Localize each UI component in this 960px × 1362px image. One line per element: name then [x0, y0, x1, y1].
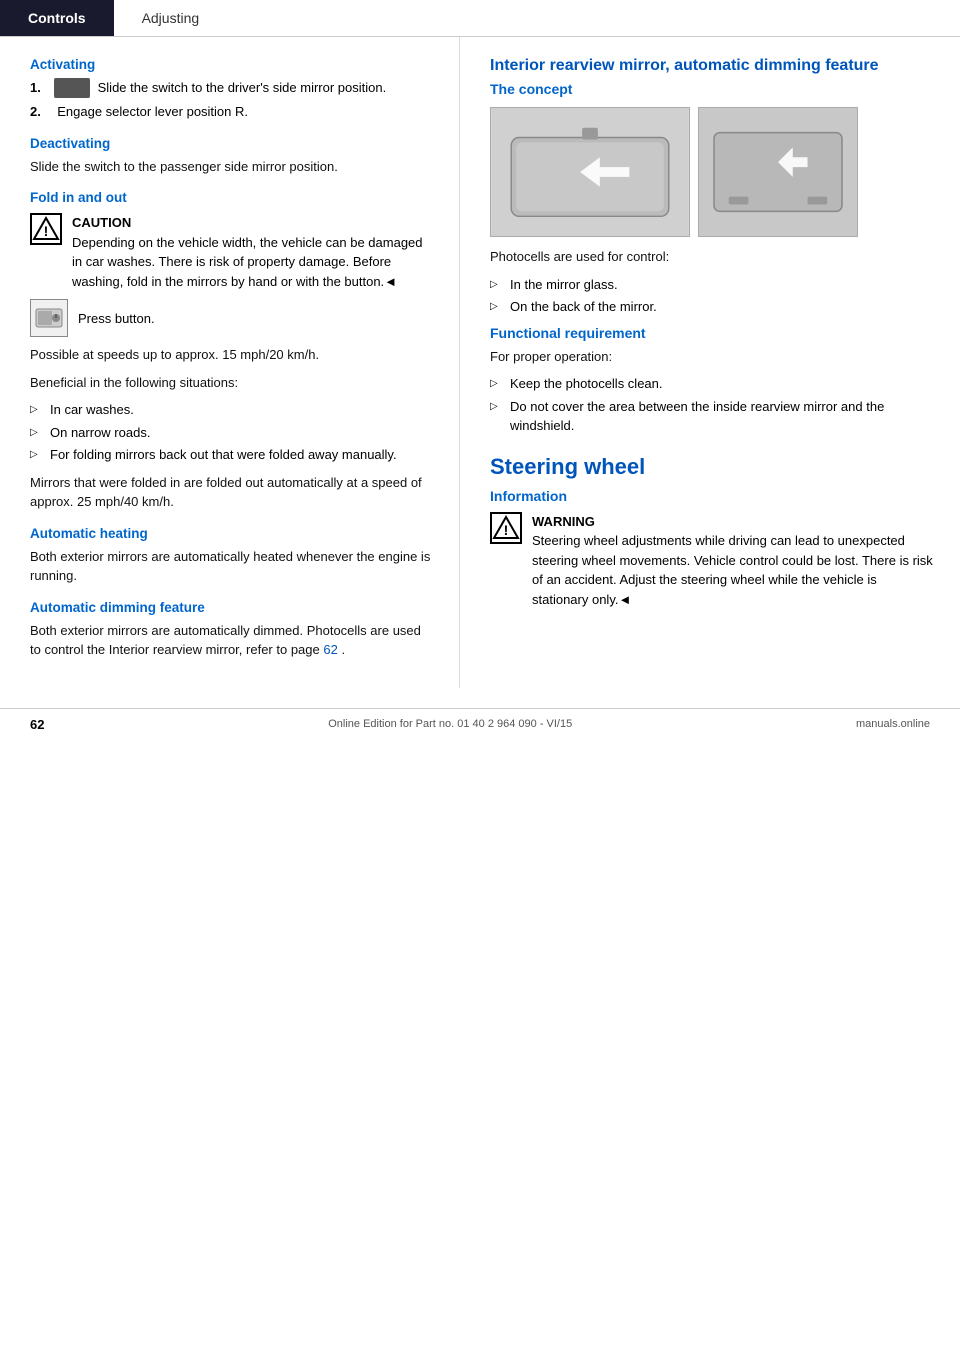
photocell-bullet-2-text: On the back of the mirror. [510, 297, 657, 317]
caution-text: CAUTION Depending on the vehicle width, … [72, 213, 434, 291]
tab-controls[interactable]: Controls [0, 0, 114, 36]
mirror-image-left [490, 107, 690, 237]
fold-heading: Fold in and out [30, 190, 434, 205]
caution-body: Depending on the vehicle width, the vehi… [72, 233, 434, 292]
warning-box: ! WARNING Steering wheel adjustments whi… [490, 512, 935, 610]
mirror-images [490, 107, 935, 237]
beneficial-bullet-1: In car washes. [30, 400, 434, 420]
btn-icon-row: Press button. [30, 299, 434, 337]
steering-wheel-heading: Steering wheel [490, 454, 935, 480]
beneficial-bullet-2-text: On narrow roads. [50, 423, 150, 443]
beneficial-bullet-3-text: For folding mirrors back out that were f… [50, 445, 397, 465]
svg-text:!: ! [44, 223, 49, 239]
photocell-list: In the mirror glass. On the back of the … [490, 275, 935, 317]
activating-heading: Activating [30, 57, 434, 72]
interior-mirror-heading: Interior rearview mirror, automatic dimm… [490, 57, 935, 75]
functional-list: Keep the photocells clean. Do not cover … [490, 374, 935, 436]
page-number: 62 [30, 717, 44, 732]
mirror-button-icon [30, 299, 68, 337]
warning-text-container: WARNING Steering wheel adjustments while… [532, 512, 935, 610]
beneficial-bullet-2: On narrow roads. [30, 423, 434, 443]
concept-heading: The concept [490, 81, 935, 97]
auto-heating-heading: Automatic heating [30, 526, 434, 541]
functional-bullet-1-text: Keep the photocells clean. [510, 374, 663, 394]
photocell-bullet-1-text: In the mirror glass. [510, 275, 618, 295]
activating-step2-text: Engage selector lever position R. [57, 102, 248, 122]
information-heading: Information [490, 488, 935, 504]
footer: 62 Online Edition for Part no. 01 40 2 9… [0, 708, 960, 740]
warning-icon: ! [490, 512, 522, 544]
mirror-image-right [698, 107, 858, 237]
mirrors-folded-text: Mirrors that were folded in are folded o… [30, 473, 434, 512]
auto-dimming-heading: Automatic dimming feature [30, 600, 434, 615]
tab-adjusting[interactable]: Adjusting [114, 0, 228, 36]
deactivating-heading: Deactivating [30, 136, 434, 151]
footer-website: manuals.online [856, 718, 930, 730]
activating-step-1: 1. Slide the switch to the driver's side… [30, 78, 434, 98]
switch-icon [54, 78, 90, 98]
functional-heading: Functional requirement [490, 325, 935, 341]
photocell-bullet-1: In the mirror glass. [490, 275, 935, 295]
functional-bullet-2: Do not cover the area between the inside… [490, 397, 935, 436]
warning-body: Steering wheel adjustments while driving… [532, 531, 935, 609]
auto-heating-text: Both exterior mirrors are automatically … [30, 547, 434, 586]
caution-icon: ! [30, 213, 62, 245]
header-tabs: Controls Adjusting [0, 0, 960, 37]
auto-dimming-text: Both exterior mirrors are automatically … [30, 621, 434, 660]
functional-text: For proper operation: [490, 347, 935, 367]
caution-title: CAUTION [72, 213, 434, 233]
left-column: Activating 1. Slide the switch to the dr… [0, 37, 460, 688]
deactivating-text: Slide the switch to the passenger side m… [30, 157, 434, 177]
auto-dimming-link[interactable]: 62 [323, 642, 337, 657]
warning-title: WARNING [532, 512, 935, 532]
activating-step-2: 2. Engage selector lever position R. [30, 102, 434, 122]
activating-list: 1. Slide the switch to the driver's side… [30, 78, 434, 122]
press-button-text: Press button. [78, 311, 155, 326]
right-column: Interior rearview mirror, automatic dimm… [460, 37, 960, 688]
beneficial-heading-text: Beneficial in the following situations: [30, 373, 434, 393]
beneficial-bullet-3: For folding mirrors back out that were f… [30, 445, 434, 465]
functional-bullet-1: Keep the photocells clean. [490, 374, 935, 394]
beneficial-bullet-1-text: In car washes. [50, 400, 134, 420]
possible-speeds-text: Possible at speeds up to approx. 15 mph/… [30, 345, 434, 365]
functional-bullet-2-text: Do not cover the area between the inside… [510, 397, 935, 436]
caution-box: ! CAUTION Depending on the vehicle width… [30, 213, 434, 291]
auto-dimming-body: Both exterior mirrors are automatically … [30, 623, 421, 658]
photocell-bullet-2: On the back of the mirror. [490, 297, 935, 317]
main-content: Activating 1. Slide the switch to the dr… [0, 37, 960, 688]
photocells-text: Photocells are used for control: [490, 247, 935, 267]
svg-text:!: ! [504, 522, 509, 538]
activating-step1-text: Slide the switch to the driver's side mi… [98, 78, 387, 98]
footer-text: Online Edition for Part no. 01 40 2 964 … [328, 718, 572, 730]
beneficial-list: In car washes. On narrow roads. For fold… [30, 400, 434, 465]
